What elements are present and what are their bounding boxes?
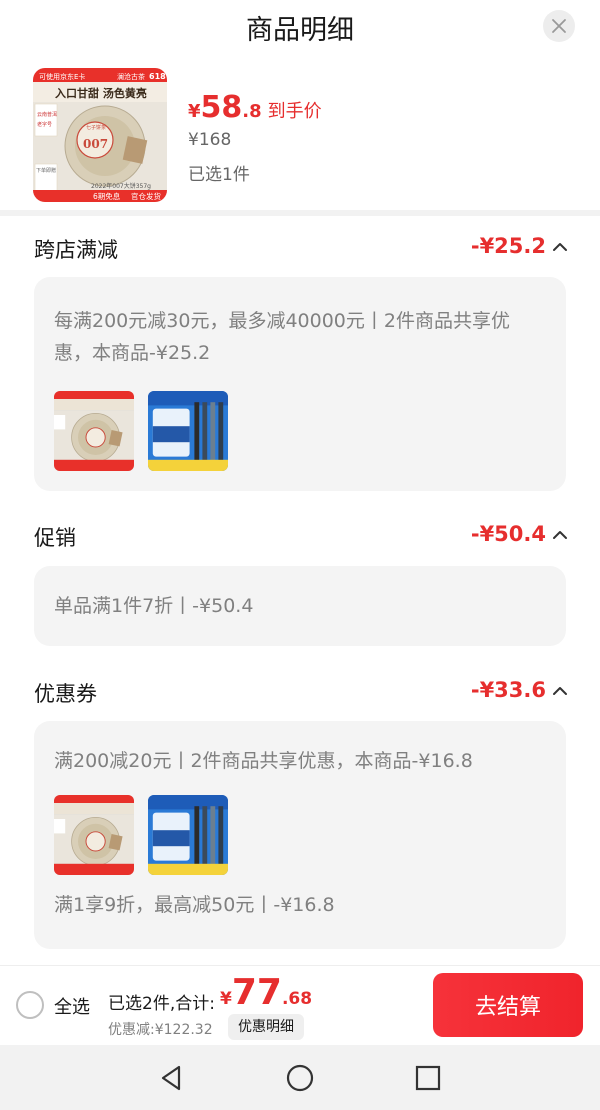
product-summary: 可使用京东E卡 澜沧古茶 618 入口甘甜 汤色黄亮 云南普洱 老字号 七子饼茶… xyxy=(0,52,600,210)
price-yen: ¥ xyxy=(188,101,201,122)
sheet-header: 商品明细 xyxy=(0,0,600,52)
price-tag: 到手价 xyxy=(267,101,322,122)
select-all-label[interactable]: 全选 xyxy=(54,993,90,1019)
original-price: ¥168 xyxy=(188,130,232,150)
price-integer: 58 xyxy=(200,90,243,125)
tea-promo-1: 6期免息 xyxy=(93,191,121,201)
price-decimal: .8 xyxy=(242,101,262,122)
product-detail-sheet: 商品明细 可使用京东E卡 澜沧古茶 618 入口甘甜 汤色黄亮 云南普洱 老字号 xyxy=(0,0,600,965)
total-integer: 77 xyxy=(231,972,282,1013)
tea-badge: 618 xyxy=(149,72,166,81)
selected-summary: 已选2件,合计: xyxy=(108,994,215,1014)
section-title: 优惠券 xyxy=(34,682,97,706)
back-icon[interactable] xyxy=(157,1063,187,1093)
coupon-card: 满200减20元丨2件商品共享优惠，本商品-¥16.8 满1享9折，最高减50元… xyxy=(34,721,566,949)
checkout-bar: 全选 已选2件,合计: ¥77.68 优惠减:¥122.32 优惠明细 去结算 xyxy=(0,965,600,1045)
product-image[interactable]: 可使用京东E卡 澜沧古茶 618 入口甘甜 汤色黄亮 云南普洱 老字号 七子饼茶… xyxy=(33,68,167,202)
system-nav-bar xyxy=(0,1045,600,1110)
pen-thumbnail[interactable] xyxy=(148,795,228,875)
section-amount: -¥50.4 xyxy=(470,522,546,546)
chevron-up-icon xyxy=(553,243,567,251)
tea-code: 007 xyxy=(83,137,108,151)
checkout-button[interactable]: 去结算 xyxy=(433,973,583,1037)
discount-amount: 优惠减:¥122.32 xyxy=(108,1022,213,1038)
total-yen: ¥ xyxy=(220,989,232,1009)
home-icon[interactable] xyxy=(285,1063,315,1093)
section-divider xyxy=(0,210,600,216)
discount-detail-button[interactable]: 优惠明细 xyxy=(228,1014,304,1040)
section-header-promotion[interactable]: 促销 -¥50.4 xyxy=(0,516,600,556)
final-price: ¥58.8 到手价 xyxy=(188,90,322,125)
select-all-radio[interactable] xyxy=(16,991,44,1019)
thumb-row xyxy=(54,391,546,471)
tea-banner-right: 澜沧古茶 xyxy=(117,72,145,81)
tea-side-tag-1: 云南普洱 xyxy=(37,111,57,118)
cross-store-card: 每满200元减30元，最多减40000元丨2件商品共享优惠，本商品-¥25.2 xyxy=(34,277,566,491)
thumb-row xyxy=(54,795,546,875)
section-amount: -¥33.6 xyxy=(470,678,546,702)
promotion-rule: 单品满1件7折丨-¥50.4 xyxy=(54,595,254,617)
chevron-up-icon xyxy=(553,531,567,539)
coupon-rule-2: 满1享9折，最高减50元丨-¥16.8 xyxy=(54,894,335,916)
tea-slogan: 入口甘甜 汤色黄亮 xyxy=(55,86,147,100)
pen-thumbnail[interactable] xyxy=(148,391,228,471)
coupon-rule-1: 满200减20元丨2件商品共享优惠，本商品-¥16.8 xyxy=(54,750,473,772)
tea-side-tag-2: 老字号 xyxy=(37,121,52,128)
page-title: 商品明细 xyxy=(246,15,354,46)
close-button[interactable] xyxy=(543,10,575,42)
total-price: ¥77.68 xyxy=(220,972,312,1013)
tea-side-label: 下单即赠 xyxy=(36,167,56,174)
tea-banner-left: 可使用京东E卡 xyxy=(39,72,85,81)
tea-bottom-label: 2022年007大饼357g xyxy=(91,182,151,190)
tea-thumbnail[interactable] xyxy=(54,391,134,471)
chevron-up-icon xyxy=(553,687,567,695)
close-icon xyxy=(552,19,566,33)
section-title: 促销 xyxy=(34,526,76,550)
tea-stamp-text: 七子饼茶 xyxy=(86,124,106,131)
section-title: 跨店满减 xyxy=(34,238,118,262)
tea-thumbnail[interactable] xyxy=(54,795,134,875)
section-header-cross-store[interactable]: 跨店满减 -¥25.2 xyxy=(0,228,600,268)
section-header-coupon[interactable]: 优惠券 -¥33.6 xyxy=(0,672,600,712)
section-amount: -¥25.2 xyxy=(470,234,546,258)
cross-store-rule: 每满200元减30元，最多减40000元丨2件商品共享优惠，本商品-¥25.2 xyxy=(54,310,510,364)
total-decimal: .68 xyxy=(281,989,313,1009)
promotion-card: 单品满1件7折丨-¥50.4 xyxy=(34,566,566,646)
tea-promo-2: 官仓发货 xyxy=(131,191,161,201)
selected-count: 已选1件 xyxy=(188,165,250,185)
recents-icon[interactable] xyxy=(413,1063,443,1093)
